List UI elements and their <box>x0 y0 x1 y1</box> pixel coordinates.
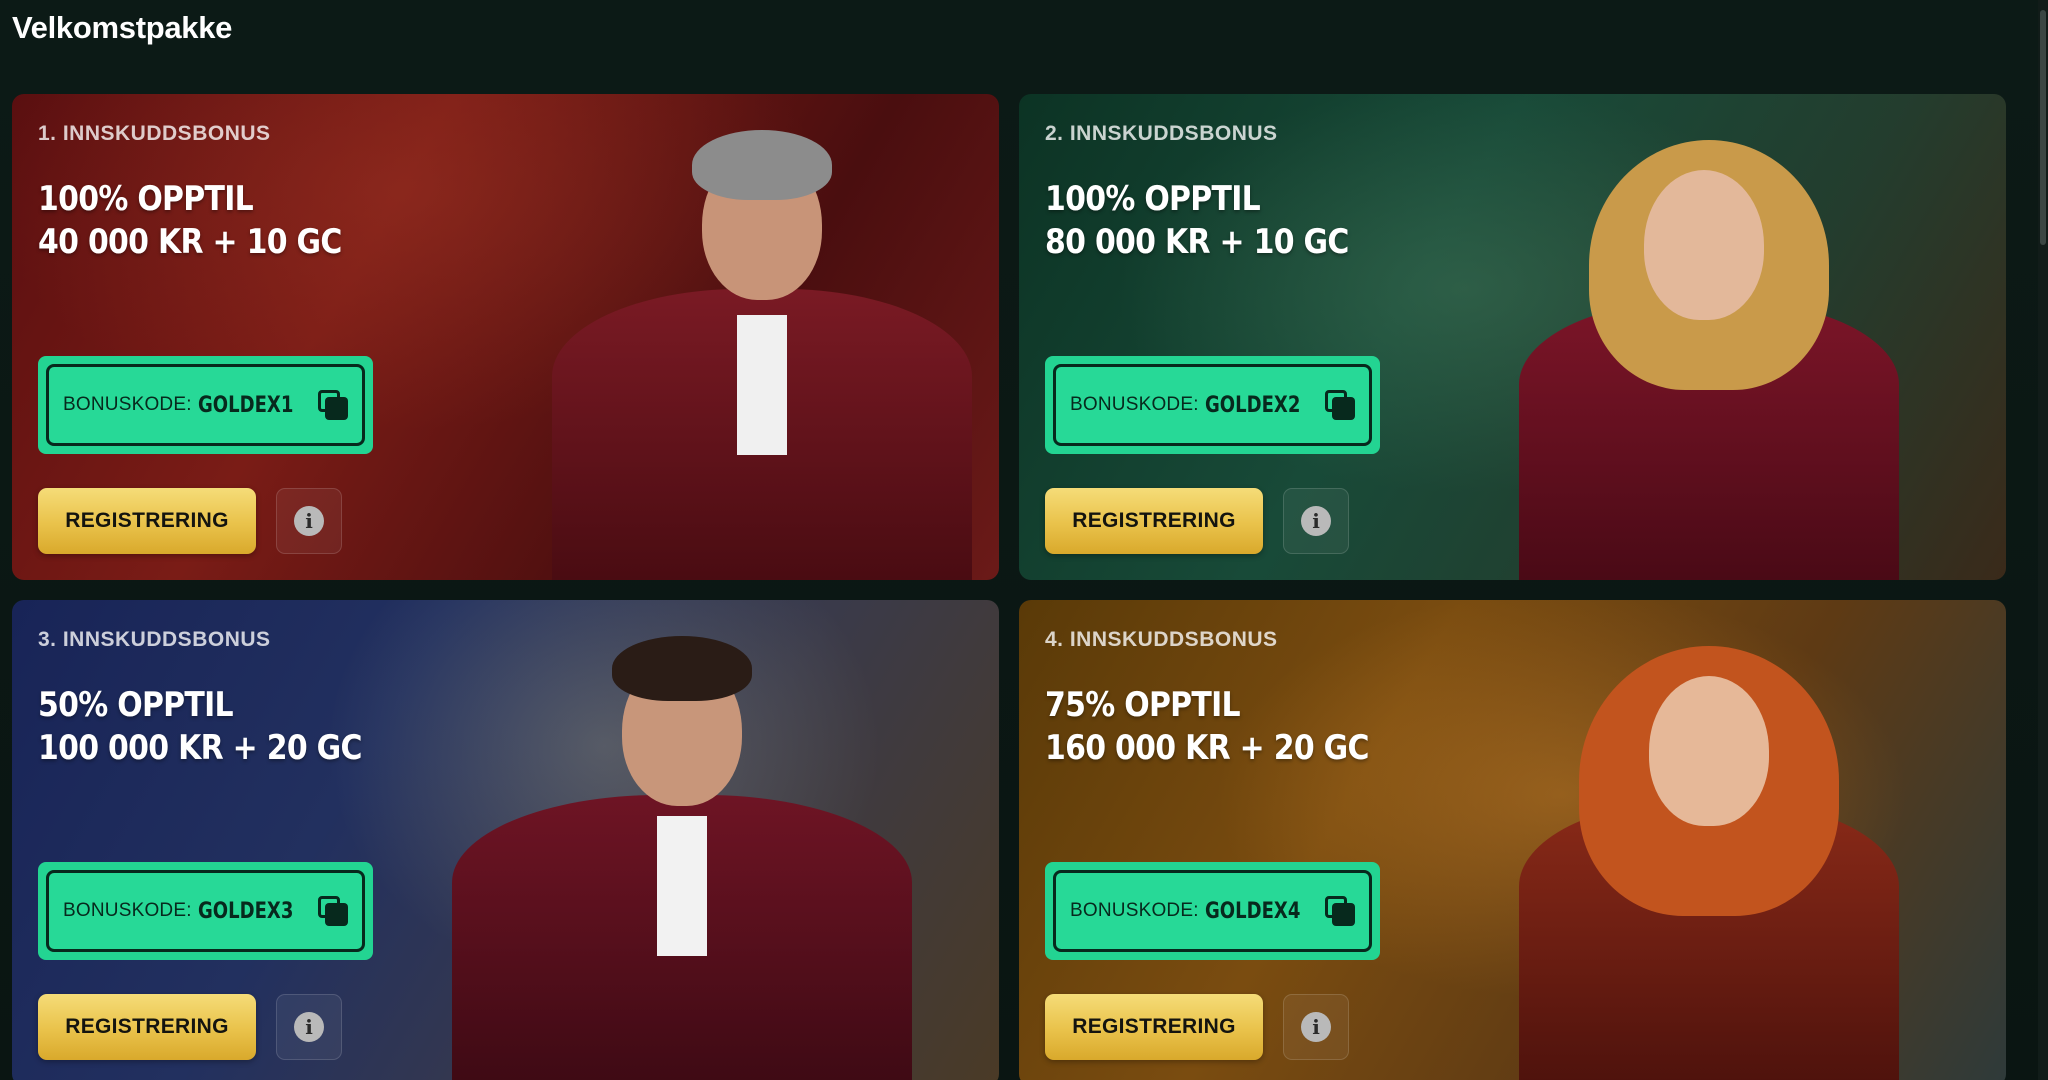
page-title: Velkomstpakke <box>12 10 233 45</box>
copy-icon[interactable] <box>318 896 349 926</box>
host-illustration <box>1519 626 1899 1080</box>
bonus-code-box[interactable]: BONUSKODE: GOLDEX4 <box>1045 862 1381 960</box>
info-icon: i <box>1301 1012 1331 1042</box>
info-icon: i <box>294 1012 324 1042</box>
bonus-code-value: GOLDEX3 <box>197 898 294 924</box>
bonus-code-box[interactable]: BONUSKODE: GOLDEX2 <box>1045 356 1381 454</box>
bonus-code-box[interactable]: BONUSKODE: GOLDEX1 <box>38 356 374 454</box>
card-offer: 100% OPPTIL 80 000 KR + 10 GC <box>1045 178 1349 264</box>
offer-line-1: 50% OPPTIL <box>38 685 234 725</box>
bonus-code-box[interactable]: BONUSKODE: GOLDEX3 <box>38 862 374 960</box>
offer-line-2: 40 000 KR + 10 GC <box>38 222 342 262</box>
card-label: 2. INNSKUDDSBONUS <box>1045 122 1278 145</box>
card-label: 1. INNSKUDDSBONUS <box>38 122 271 145</box>
host-illustration <box>1519 130 1899 580</box>
bonus-card-grid: 1. INNSKUDDSBONUS 100% OPPTIL 40 000 KR … <box>12 94 2006 1080</box>
info-icon: i <box>294 506 324 536</box>
bonus-card-4: 4. INNSKUDDSBONUS 75% OPPTIL 160 000 KR … <box>1019 600 2006 1080</box>
bonus-code-value: GOLDEX4 <box>1204 898 1301 924</box>
bonus-code-value: GOLDEX1 <box>197 392 294 418</box>
offer-line-2: 80 000 KR + 10 GC <box>1045 222 1349 262</box>
info-button[interactable]: i <box>1283 488 1349 554</box>
host-illustration <box>452 616 912 1080</box>
card-offer: 100% OPPTIL 40 000 KR + 10 GC <box>38 178 342 264</box>
register-button[interactable]: REGISTRERING <box>38 488 256 554</box>
host-illustration <box>552 110 972 580</box>
card-offer: 75% OPPTIL 160 000 KR + 20 GC <box>1045 684 1369 770</box>
offer-line-1: 100% OPPTIL <box>38 179 254 219</box>
info-icon: i <box>1301 506 1331 536</box>
info-button[interactable]: i <box>276 994 342 1060</box>
scrollbar[interactable] <box>2038 0 2048 1080</box>
copy-icon[interactable] <box>318 390 349 420</box>
bonus-card-3: 3. INNSKUDDSBONUS 50% OPPTIL 100 000 KR … <box>12 600 999 1080</box>
scrollbar-thumb[interactable] <box>2040 10 2046 245</box>
bonus-code-prefix: BONUSKODE: <box>1070 394 1199 415</box>
bonus-code-prefix: BONUSKODE: <box>63 394 192 415</box>
register-button[interactable]: REGISTRERING <box>38 994 256 1060</box>
register-button[interactable]: REGISTRERING <box>1045 994 1263 1060</box>
bonus-card-1: 1. INNSKUDDSBONUS 100% OPPTIL 40 000 KR … <box>12 94 999 580</box>
bonus-card-2: 2. INNSKUDDSBONUS 100% OPPTIL 80 000 KR … <box>1019 94 2006 580</box>
copy-icon[interactable] <box>1325 390 1356 420</box>
card-offer: 50% OPPTIL 100 000 KR + 20 GC <box>38 684 362 770</box>
card-label: 4. INNSKUDDSBONUS <box>1045 628 1278 651</box>
offer-line-1: 100% OPPTIL <box>1045 179 1261 219</box>
register-button[interactable]: REGISTRERING <box>1045 488 1263 554</box>
copy-icon[interactable] <box>1325 896 1356 926</box>
bonus-code-prefix: BONUSKODE: <box>63 900 192 921</box>
info-button[interactable]: i <box>276 488 342 554</box>
info-button[interactable]: i <box>1283 994 1349 1060</box>
offer-line-1: 75% OPPTIL <box>1045 685 1241 725</box>
page: Velkomstpakke 1. INNSKUDDSBONUS 100% OPP… <box>0 0 2048 1080</box>
bonus-code-prefix: BONUSKODE: <box>1070 900 1199 921</box>
offer-line-2: 160 000 KR + 20 GC <box>1045 728 1369 768</box>
card-label: 3. INNSKUDDSBONUS <box>38 628 271 651</box>
bonus-code-value: GOLDEX2 <box>1204 392 1301 418</box>
offer-line-2: 100 000 KR + 20 GC <box>38 728 362 768</box>
